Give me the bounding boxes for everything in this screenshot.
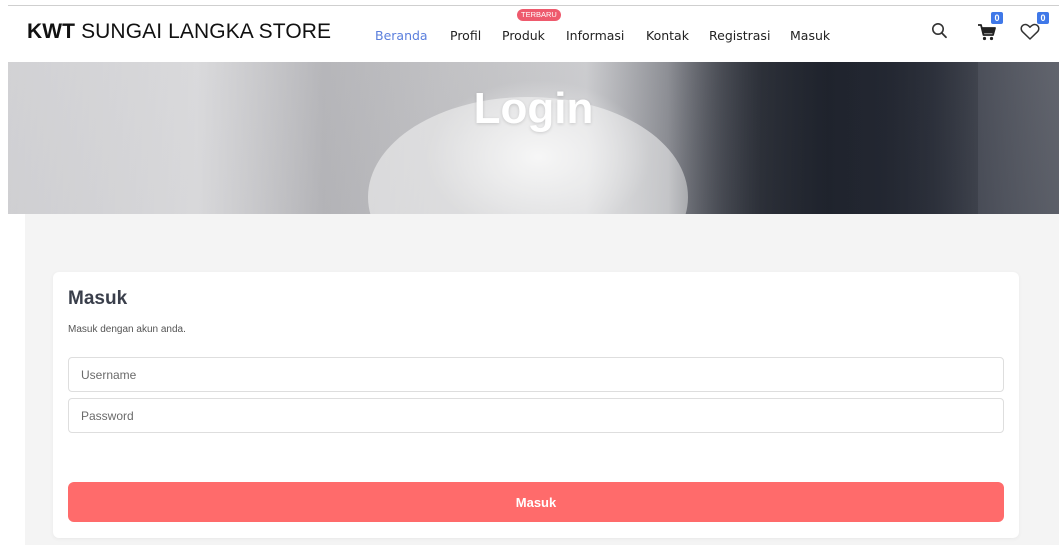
page-title: Login	[473, 84, 594, 133]
nav-item-profil[interactable]: Profil	[450, 28, 481, 43]
search-button[interactable]	[928, 18, 952, 44]
nav-item-beranda[interactable]: Beranda	[375, 28, 428, 43]
hero-banner: Login	[8, 62, 1059, 214]
top-navbar: KWT SUNGAI LANGKA STORE Beranda Profil P…	[0, 0, 1059, 62]
search-icon	[932, 23, 947, 39]
login-title: Masuk	[68, 288, 128, 309]
password-field[interactable]	[68, 398, 1004, 433]
nav-item-masuk[interactable]: Masuk	[790, 28, 830, 43]
username-field[interactable]	[68, 357, 1004, 392]
nav-item-kontak[interactable]: Kontak	[646, 28, 689, 43]
login-submit-button[interactable]: Masuk	[68, 482, 1004, 522]
cart-count-badge: 0	[991, 12, 1003, 24]
nav-item-informasi[interactable]: Informasi	[566, 28, 624, 43]
new-badge: TERBARU	[517, 9, 561, 21]
top-divider	[8, 5, 1059, 6]
login-subtitle: Masuk dengan akun anda.	[68, 324, 186, 335]
nav-item-registrasi[interactable]: Registrasi	[709, 28, 770, 43]
nav-item-produk[interactable]: Produk	[502, 28, 545, 43]
brand-name: SUNGAI LANGKA STORE	[81, 20, 332, 43]
brand-bold: KWT	[27, 20, 76, 43]
wishlist-count-badge: 0	[1037, 12, 1049, 24]
brand-logo[interactable]: KWT SUNGAI LANGKA STORE	[27, 20, 331, 44]
login-card: Masuk Masuk dengan akun anda. Masuk	[53, 272, 1019, 538]
